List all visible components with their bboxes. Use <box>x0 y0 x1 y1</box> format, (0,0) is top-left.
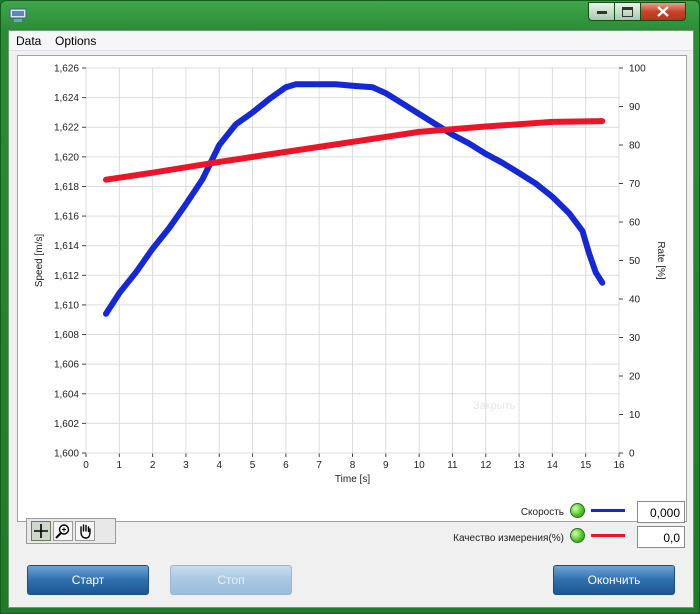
y2-tick-label: 50 <box>629 256 641 267</box>
menu-options[interactable]: Options <box>55 34 96 48</box>
x-tick-label: 13 <box>514 460 526 471</box>
crosshair-tool[interactable] <box>31 521 51 541</box>
menu-bar: Data Options <box>9 31 693 51</box>
maximize-button[interactable] <box>614 2 641 21</box>
y2-tick-label: 100 <box>629 64 646 75</box>
x-tick-label: 4 <box>216 460 222 471</box>
y-tick-label: 1,600 <box>54 449 79 460</box>
y-tick-label: 1,602 <box>54 419 79 430</box>
legend-quality-line <box>591 534 625 537</box>
y-tick-label: 1,616 <box>54 212 79 223</box>
pan-hand-icon <box>80 524 91 539</box>
legend-speed-label: Скорость <box>520 507 564 518</box>
y2-tick-label: 0 <box>629 449 635 460</box>
close-button[interactable] <box>640 2 686 21</box>
graph-toolbar <box>26 518 116 544</box>
y-tick-label: 1,624 <box>54 93 79 104</box>
x-tick-label: 12 <box>480 460 492 471</box>
y2-tick-label: 90 <box>629 102 641 113</box>
y2-tick-label: 80 <box>629 141 641 152</box>
x-tick-label: 2 <box>150 460 156 471</box>
minimize-button[interactable] <box>588 2 615 21</box>
y2-tick-label: 40 <box>629 295 641 306</box>
y-tick-label: 1,620 <box>54 152 79 163</box>
legend-quality-label: Качество измерения(%) <box>453 533 564 544</box>
y2-tick-label: 60 <box>629 218 641 229</box>
stop-button[interactable]: Стоп <box>170 565 292 595</box>
zoom-icon <box>55 524 70 539</box>
x-tick-label: 15 <box>580 460 592 471</box>
x-tick-label: 9 <box>383 460 389 471</box>
y-tick-label: 1,612 <box>54 271 79 282</box>
y2-tick-label: 70 <box>629 179 641 190</box>
x-axis-label: Time [s] <box>335 474 370 485</box>
title-bar[interactable] <box>1 1 699 29</box>
y2-tick-label: 10 <box>629 410 641 421</box>
client-area: Data Options 0 1 2 3 4 5 6 7 8 9 10 11 12 13 14 15 16 1,6… <box>8 30 694 608</box>
crosshair-icon <box>34 524 48 538</box>
quality-led-indicator <box>570 528 585 543</box>
x-tick-label: 11 <box>447 460 458 471</box>
y-tick-label: 1,626 <box>54 64 79 75</box>
x-tick-label: 3 <box>183 460 189 471</box>
y2-tick-label: 20 <box>629 372 641 383</box>
y2-axis-label: Rate [%] <box>655 241 666 280</box>
x-tick-label: 5 <box>250 460 256 471</box>
speed-led-indicator <box>570 503 585 518</box>
y-tick-label: 1,618 <box>54 182 79 193</box>
quality-value-field[interactable]: 0,0 <box>637 526 685 548</box>
y-axis-label: Speed [m/s] <box>34 234 45 288</box>
x-tick-label: 16 <box>613 460 625 471</box>
zoom-tool[interactable] <box>53 521 73 541</box>
y-tick-label: 1,610 <box>54 300 79 311</box>
x-tick-label: 7 <box>316 460 322 471</box>
watermark-text: Закрыть <box>473 400 516 412</box>
x-tick-label: 1 <box>117 460 123 471</box>
y-tick-label: 1,614 <box>54 241 79 252</box>
app-window: Data Options 0 1 2 3 4 5 6 7 8 9 10 11 12 13 14 15 16 1,6… <box>0 0 700 614</box>
y-tick-label: 1,622 <box>54 123 79 134</box>
y-tick-label: 1,604 <box>54 389 79 400</box>
finish-button[interactable]: Окончить <box>553 565 675 595</box>
x-tick-label: 0 <box>83 460 89 471</box>
menu-data[interactable]: Data <box>16 34 41 48</box>
x-tick-label: 10 <box>414 460 426 471</box>
app-icon <box>9 7 27 23</box>
x-tick-label: 6 <box>283 460 289 471</box>
y-tick-label: 1,608 <box>54 330 79 341</box>
y2-tick-label: 30 <box>629 333 641 344</box>
close-icon <box>657 6 669 17</box>
x-tick-label: 8 <box>350 460 356 471</box>
y-tick-label: 1,606 <box>54 360 79 371</box>
speed-rate-chart[interactable]: 0 1 2 3 4 5 6 7 8 9 10 11 12 13 14 15 161,6001,6021,6041… <box>18 56 686 486</box>
plot-panel: 0 1 2 3 4 5 6 7 8 9 10 11 12 13 14 15 16 1,600 1,602 1,604 1… <box>17 55 687 544</box>
x-tick-label: 14 <box>547 460 559 471</box>
maximize-icon <box>622 6 633 17</box>
speed-value-field[interactable]: 0,000 <box>637 501 685 523</box>
legend-speed-line <box>591 509 625 512</box>
start-button[interactable]: Старт <box>27 565 149 595</box>
pan-tool[interactable] <box>75 521 95 541</box>
minimize-icon <box>596 10 607 14</box>
